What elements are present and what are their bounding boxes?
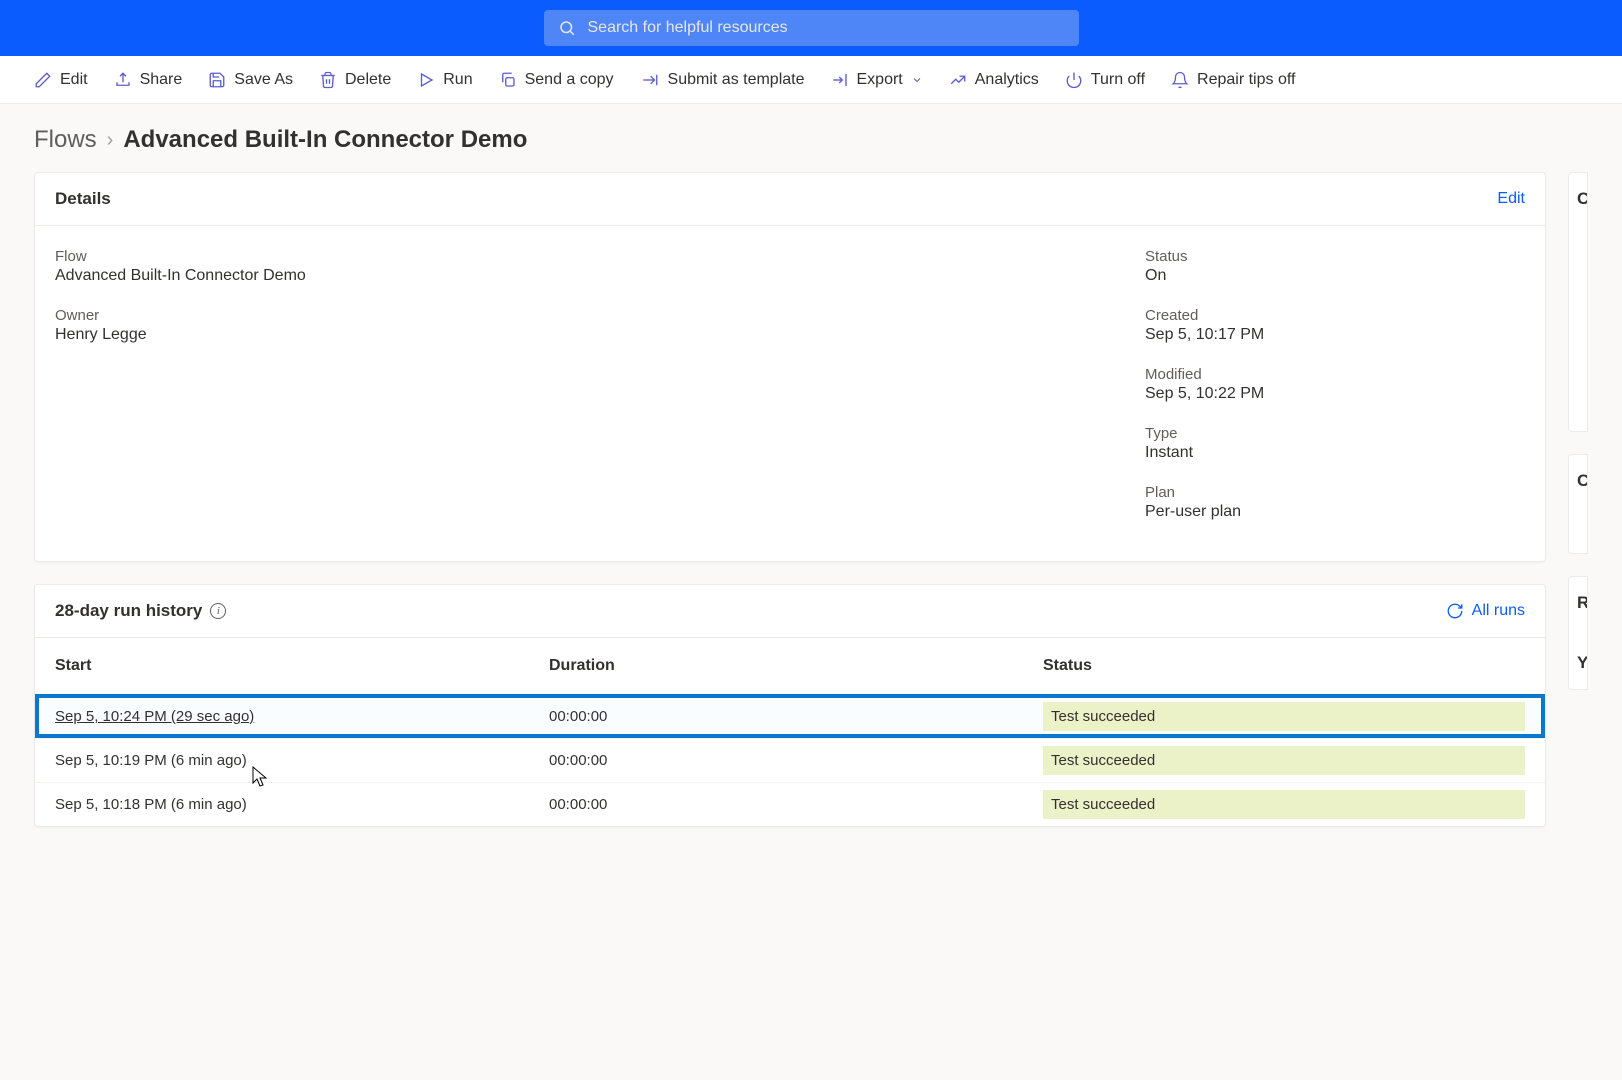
plan-label: Plan [1145, 484, 1525, 501]
turn-off-button[interactable]: Turn off [1065, 71, 1145, 89]
run-start[interactable]: Sep 5, 10:19 PM (6 min ago) [49, 752, 543, 769]
details-card: Details Edit Flow Advanced Built-In Conn… [34, 172, 1546, 562]
status-label: Status [1145, 248, 1525, 265]
flow-label: Flow [55, 248, 1105, 265]
run-history-card: 28-day run history i All runs Start Dura… [34, 584, 1546, 827]
created-label: Created [1145, 307, 1525, 324]
refresh-icon [1446, 602, 1464, 620]
breadcrumb: Flows › Advanced Built-In Connector Demo [0, 104, 1622, 172]
breadcrumb-root[interactable]: Flows [34, 126, 97, 154]
share-icon [114, 71, 132, 89]
share-button[interactable]: Share [114, 71, 183, 89]
run-duration: 00:00:00 [543, 796, 1037, 813]
owner-label: Owner [55, 307, 1105, 324]
submit-template-label: Submit as template [668, 71, 805, 89]
all-runs-label: All runs [1472, 602, 1525, 620]
info-icon[interactable]: i [210, 603, 226, 619]
share-label: Share [140, 71, 183, 89]
analytics-button[interactable]: Analytics [949, 71, 1039, 89]
submit-template-button[interactable]: Submit as template [640, 71, 805, 89]
breadcrumb-current: Advanced Built-In Connector Demo [123, 126, 527, 154]
history-title: 28-day run history [55, 601, 202, 621]
copy-icon [499, 71, 517, 89]
col-start: Start [49, 657, 543, 675]
table-row[interactable]: Sep 5, 10:18 PM (6 min ago)00:00:00 Test … [35, 782, 1545, 826]
details-title: Details [55, 189, 111, 209]
repair-tips-button[interactable]: Repair tips off [1171, 71, 1295, 89]
trash-icon [319, 71, 337, 89]
chevron-right-icon: › [107, 129, 114, 152]
search-icon [558, 19, 576, 37]
modified-label: Modified [1145, 366, 1525, 383]
global-search[interactable] [544, 10, 1079, 46]
type-label: Type [1145, 425, 1525, 442]
command-bar: Edit Share Save As Delete Run Send a cop… [0, 56, 1622, 104]
run-duration: 00:00:00 [543, 752, 1037, 769]
save-icon [208, 71, 226, 89]
export-button[interactable]: Export [831, 71, 923, 89]
owner-value: Henry Legge [55, 326, 1105, 344]
side-card-connections: C [1568, 172, 1588, 432]
export-label: Export [857, 71, 903, 89]
submit-icon [640, 71, 660, 89]
side-card-owners: C [1568, 454, 1588, 554]
search-input[interactable] [588, 19, 1065, 37]
app-header-bar [0, 0, 1622, 56]
export-icon [831, 71, 849, 89]
modified-value: Sep 5, 10:22 PM [1145, 385, 1525, 403]
play-icon [417, 71, 435, 89]
table-row[interactable]: Sep 5, 10:19 PM (6 min ago)00:00:00 Test … [35, 738, 1545, 782]
run-start[interactable]: Sep 5, 10:24 PM (29 sec ago) [49, 708, 543, 725]
created-value: Sep 5, 10:17 PM [1145, 326, 1525, 344]
table-row[interactable]: Sep 5, 10:24 PM (29 sec ago)00:00:00 Test… [35, 694, 1545, 738]
send-copy-label: Send a copy [525, 71, 614, 89]
save-as-label: Save As [234, 71, 293, 89]
save-as-button[interactable]: Save As [208, 71, 293, 89]
pencil-icon [34, 71, 52, 89]
send-copy-button[interactable]: Send a copy [499, 71, 614, 89]
turn-off-label: Turn off [1091, 71, 1145, 89]
col-status: Status [1037, 657, 1531, 675]
repair-tips-label: Repair tips off [1197, 71, 1295, 89]
details-edit-link[interactable]: Edit [1497, 190, 1525, 208]
plan-value: Per-user plan [1145, 503, 1525, 521]
run-start[interactable]: Sep 5, 10:18 PM (6 min ago) [49, 796, 543, 813]
delete-label: Delete [345, 71, 391, 89]
flow-value: Advanced Built-In Connector Demo [55, 267, 1105, 285]
analytics-label: Analytics [975, 71, 1039, 89]
status-badge: Test succeeded [1043, 702, 1525, 731]
history-header-row: Start Duration Status [35, 638, 1545, 694]
edit-button[interactable]: Edit [34, 71, 88, 89]
chevron-down-icon [911, 74, 923, 86]
bell-icon [1171, 71, 1189, 89]
run-duration: 00:00:00 [543, 708, 1037, 725]
edit-label: Edit [60, 71, 88, 89]
col-duration: Duration [543, 657, 1037, 675]
type-value: Instant [1145, 444, 1525, 462]
status-value: On [1145, 267, 1525, 285]
delete-button[interactable]: Delete [319, 71, 391, 89]
power-icon [1065, 71, 1083, 89]
all-runs-link[interactable]: All runs [1446, 602, 1525, 620]
run-label: Run [443, 71, 472, 89]
chart-icon [949, 71, 967, 89]
status-badge: Test succeeded [1043, 790, 1525, 819]
run-button[interactable]: Run [417, 71, 472, 89]
status-badge: Test succeeded [1043, 746, 1525, 775]
side-card-related: R Y [1568, 576, 1588, 690]
